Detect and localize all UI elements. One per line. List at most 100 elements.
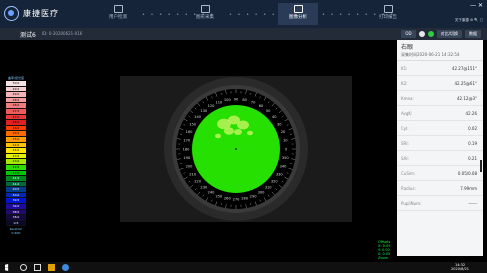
degree-label: 190 bbox=[183, 156, 191, 160]
nav-image-analysis[interactable]: 图像分析 bbox=[278, 3, 318, 25]
app-taskbar-icon[interactable] bbox=[62, 264, 69, 271]
degree-label: 250 bbox=[215, 194, 223, 198]
degree-label: 340 bbox=[280, 164, 288, 168]
degree-label: 270 bbox=[233, 197, 241, 201]
degree-label: 180 bbox=[183, 147, 191, 151]
status-dot-icon[interactable] bbox=[427, 31, 434, 37]
measurement-row: K2: 42.25@61° bbox=[397, 76, 483, 91]
windows-start-icon[interactable] bbox=[5, 264, 9, 271]
degree-label: 20 bbox=[281, 130, 286, 134]
task-view-icon[interactable] bbox=[34, 264, 41, 271]
patient-bar: 测试6 ID: 0-20200621-016 OD 对比/切换 数据 bbox=[0, 28, 487, 40]
topography-map[interactable]: 0 10 20 30 40 50 60 70 80 90 100 110 120 130 140 150 160… bbox=[120, 76, 352, 222]
measurement-row: CuSim: 0.05/0.08 bbox=[397, 166, 483, 181]
camera-icon bbox=[200, 5, 210, 13]
degree-label: 100 bbox=[224, 98, 232, 102]
measurement-row: PupilNum: ------ bbox=[397, 196, 483, 211]
scale-title: 曲率/屈光度 bbox=[7, 76, 24, 80]
degree-label: 10 bbox=[283, 139, 288, 143]
measurement-value: 0.19 bbox=[468, 141, 477, 146]
scale-footer: Keratom 0.50D bbox=[9, 227, 23, 236]
measurement-key: PupilNum: bbox=[401, 201, 422, 206]
nav-label: 打印报告 bbox=[379, 15, 397, 20]
degree-label: 130 bbox=[200, 109, 208, 113]
degree-label: 30 bbox=[277, 122, 282, 126]
measurement-key: SRI: bbox=[401, 141, 409, 146]
data-button[interactable]: 数据 bbox=[465, 30, 481, 38]
degree-label: 70 bbox=[251, 100, 256, 104]
degree-label: 50 bbox=[266, 109, 271, 113]
measurement-key: CuSim: bbox=[401, 171, 416, 176]
panel-title: 右眼 bbox=[401, 44, 414, 51]
degree-label: 350 bbox=[282, 156, 290, 160]
measurement-row: AvgK: 42.26 bbox=[397, 106, 483, 121]
user-icon bbox=[113, 5, 123, 13]
printer-icon bbox=[383, 5, 393, 13]
degree-label: 160 bbox=[186, 130, 194, 134]
compare-button[interactable]: 对比/切换 bbox=[436, 30, 462, 38]
window-controls[interactable]: — ✕ bbox=[470, 2, 483, 9]
degree-label: 290 bbox=[250, 194, 258, 198]
degree-label: 80 bbox=[242, 98, 247, 102]
measurement-value: 42.25@61° bbox=[454, 81, 477, 86]
degree-label: 170 bbox=[183, 139, 191, 143]
nav-user-detect[interactable]: 用户检测 bbox=[98, 3, 138, 25]
scale-swatch: 0.5 bbox=[6, 220, 26, 227]
measurement-key: AvgK: bbox=[401, 111, 413, 116]
nav-label: 图像分析 bbox=[289, 15, 307, 20]
scale-swatches: 50.0 49.5 49.0 48.5 48.0 47.5 47.0 46.5 46.0 45.5… bbox=[6, 81, 26, 227]
color-scale: 曲率/屈光度 50.0 49.5 49.0 48.5 48.0 47.5 47.0 46.5 4… bbox=[6, 76, 26, 235]
measurement-key: K1: bbox=[401, 66, 408, 71]
degree-label: 280 bbox=[241, 197, 249, 201]
measurement-row: Cyl: 0.02 bbox=[397, 121, 483, 136]
measurement-value: 0.05/0.08 bbox=[457, 171, 477, 176]
measurement-value: ------ bbox=[468, 201, 477, 206]
topography-map-svg: 0102030405060708090100110120130140150160… bbox=[164, 77, 308, 221]
measurement-key: Kmea: bbox=[401, 96, 414, 101]
curvature-highlight bbox=[237, 120, 249, 130]
eye-select-button[interactable]: OD bbox=[401, 30, 416, 38]
curvature-highlight bbox=[224, 127, 234, 135]
measurement-key: Cyl: bbox=[401, 126, 409, 131]
refresh-icon[interactable] bbox=[418, 31, 425, 37]
measurement-panel: 右眼 采集时间2020-06-21 14:32:54 K1: 42.27@151°… bbox=[397, 40, 483, 256]
measurement-row: SAI: 0.21 bbox=[397, 151, 483, 166]
panel-scrollbar[interactable] bbox=[480, 160, 482, 172]
degree-label: 90 bbox=[234, 97, 239, 101]
curvature-highlight bbox=[234, 129, 242, 135]
folder-icon[interactable] bbox=[48, 264, 55, 271]
nav-image-capture[interactable]: 图形采集 bbox=[185, 3, 225, 25]
taskbar-clock: 14:32 2020/6/21 bbox=[451, 263, 469, 271]
degree-label: 200 bbox=[186, 164, 194, 168]
degree-label: 230 bbox=[200, 186, 208, 190]
brand: 康捷医疗 bbox=[4, 6, 59, 21]
measurement-value: 0.02 bbox=[468, 126, 477, 131]
measurement-rows: K1: 42.27@151° K2: 42.25@61° Kmea: 42.12@3° Av… bbox=[397, 61, 483, 211]
nav-label: 用户检测 bbox=[109, 15, 127, 20]
curvature-highlight bbox=[215, 133, 221, 139]
search-icon[interactable] bbox=[20, 264, 27, 271]
app-name: 康捷医疗 bbox=[23, 9, 59, 18]
patient-name: 测试6 bbox=[20, 32, 36, 39]
degree-label: 300 bbox=[258, 191, 266, 195]
degree-label: 40 bbox=[272, 115, 277, 119]
top-bar: 康捷医疗 用户检测 • • • • • • • • • 图形采集 • • • •… bbox=[0, 0, 487, 28]
degree-label: 150 bbox=[189, 122, 197, 126]
measurement-row: SRI: 0.19 bbox=[397, 136, 483, 151]
measurement-row: K1: 42.27@151° bbox=[397, 61, 483, 76]
header-meta[interactable]: 关于康捷 ⚙ 🔍 ▢ bbox=[455, 18, 483, 23]
measurement-value: 7.99mm bbox=[460, 186, 477, 191]
measurement-value: 0.21 bbox=[468, 156, 477, 161]
measurement-value: 42.12@3° bbox=[457, 96, 477, 101]
degree-label: 320 bbox=[271, 179, 279, 183]
measurement-row: Radius: 7.99mm bbox=[397, 181, 483, 196]
clock-date: 2020/6/21 bbox=[451, 267, 469, 271]
measurement-key: SAI: bbox=[401, 156, 409, 161]
degree-label: 260 bbox=[224, 197, 232, 201]
measurement-key: K2: bbox=[401, 81, 408, 86]
measurement-value: 42.26 bbox=[465, 111, 477, 116]
measurement-value: 42.27@151° bbox=[451, 66, 477, 71]
nav-print-report[interactable]: 打印报告 bbox=[368, 3, 408, 25]
legend-line: Zoom bbox=[378, 256, 389, 260]
patient-id: ID: 0-20200621-016 bbox=[42, 31, 83, 36]
